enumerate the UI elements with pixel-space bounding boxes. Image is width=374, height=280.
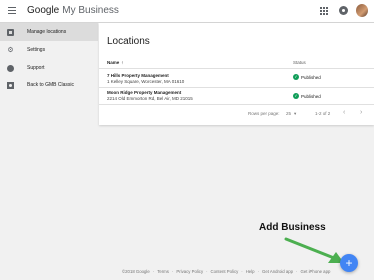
- rows-per-page-value: 25: [286, 111, 292, 116]
- column-header-status: Status: [293, 60, 306, 65]
- location-address: 1 Kelley Square, Worcester, MA 01610: [107, 79, 185, 84]
- sort-arrow-icon: ↑: [121, 60, 124, 65]
- help-icon: [7, 64, 14, 72]
- footer-link-content-policy[interactable]: Content Policy: [211, 269, 239, 274]
- location-address: 2214 Old Emmorton Rd, Bel Air, MD 21015: [107, 96, 193, 101]
- brand-google: Google: [27, 5, 60, 16]
- footer-link-iphone[interactable]: Get iPhone app: [300, 269, 330, 274]
- sidebar-item-label: Back to GMB Classic: [27, 82, 74, 88]
- footer: ©2018 Google · Terms · Privacy Policy · Conten…: [122, 269, 331, 274]
- add-business-button[interactable]: +: [340, 254, 358, 272]
- location-name[interactable]: 7 Hills Property Management: [107, 73, 169, 78]
- dropdown-arrow-icon: ▾: [294, 111, 297, 116]
- menu-icon[interactable]: [8, 7, 16, 14]
- app-title[interactable]: Google My Business: [27, 5, 119, 16]
- footer-copyright: ©2018 Google: [122, 269, 150, 274]
- store-icon: [7, 28, 14, 36]
- footer-link-privacy[interactable]: Privacy Policy: [176, 269, 203, 274]
- apps-grid-icon[interactable]: [320, 7, 328, 15]
- footer-link-android[interactable]: Get Android app: [262, 269, 293, 274]
- sidebar-item-label: Support: [27, 65, 45, 71]
- column-header-name[interactable]: Name ↑: [107, 60, 124, 65]
- check-circle-icon: ✓: [293, 74, 299, 80]
- sidebar-item-manage-locations[interactable]: Manage locations: [0, 23, 98, 41]
- sidebar-item-label: Settings: [27, 47, 46, 53]
- footer-link-terms[interactable]: Terms: [157, 269, 169, 274]
- location-name[interactable]: Moon Ridge Property Management: [107, 90, 181, 95]
- sidebar: Manage locations ⚙ Settings Support Back…: [0, 23, 98, 280]
- top-app-bar: Google My Business: [0, 0, 374, 23]
- status-badge: ✓ Published: [293, 74, 321, 80]
- gear-icon: ⚙: [7, 46, 14, 54]
- status-label: Published: [301, 74, 321, 80]
- column-header-name-label: Name: [107, 60, 120, 65]
- footer-link-help[interactable]: Help: [246, 269, 255, 274]
- divider: [99, 104, 374, 105]
- status-badge: ✓ Published: [293, 93, 321, 99]
- sidebar-item-settings[interactable]: ⚙ Settings: [0, 41, 98, 59]
- pagination-range: 1-2 of 2: [315, 111, 331, 116]
- brand-product: My Business: [62, 5, 119, 16]
- check-circle-icon: ✓: [293, 93, 299, 99]
- page-title: Locations: [107, 36, 150, 47]
- divider: [99, 68, 374, 69]
- rows-per-page-label: Rows per page:: [248, 111, 280, 116]
- sidebar-item-back-classic[interactable]: Back to GMB Classic: [0, 76, 98, 94]
- sidebar-item-support[interactable]: Support: [0, 59, 98, 77]
- annotation-arrow-icon: [284, 237, 344, 263]
- next-page-icon[interactable]: ›: [360, 109, 362, 116]
- back-icon: [7, 81, 14, 89]
- add-business-annotation: Add Business: [259, 222, 326, 233]
- rows-per-page-select[interactable]: 25 ▾: [286, 111, 296, 117]
- sidebar-item-label: Manage locations: [27, 29, 67, 35]
- notifications-icon[interactable]: [339, 6, 348, 15]
- previous-page-icon[interactable]: ‹: [343, 109, 345, 116]
- avatar[interactable]: [356, 4, 368, 17]
- divider: [99, 87, 374, 88]
- status-label: Published: [301, 93, 321, 99]
- locations-card: Locations Name ↑ Status 7 Hills Property …: [99, 23, 374, 125]
